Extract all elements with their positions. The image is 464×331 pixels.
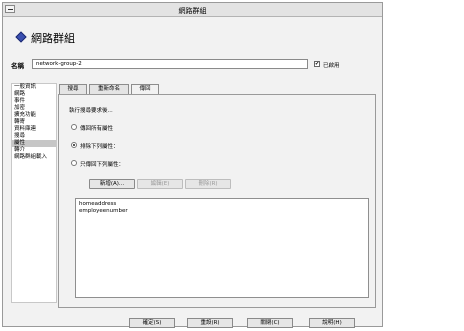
network-group-window: 網路群組 網路群組 名稱 network-group-2 ✔ 已啟用 一般資訊 … — [2, 2, 383, 328]
ok-button[interactable]: 確定(S) — [129, 318, 175, 328]
tab-rename[interactable]: 重新命名 — [89, 84, 129, 94]
return-all-radio[interactable] — [71, 124, 77, 130]
sidebar-item-attributes[interactable]: 屬性 — [12, 140, 56, 147]
window-title: 網路群組 — [178, 7, 207, 15]
tab-search[interactable]: 搜尋 — [59, 84, 87, 94]
delete-button[interactable]: 刪除(R) — [185, 179, 231, 189]
enabled-checkbox[interactable]: ✔ — [314, 61, 320, 67]
page-title: 網路群組 — [31, 32, 75, 45]
exclude-label: 排除下列屬性： — [80, 144, 119, 150]
name-field[interactable]: network-group-2 — [32, 59, 308, 69]
return-only-radio[interactable] — [71, 160, 77, 166]
sidebar-item-forwarding[interactable]: 轉寄 — [12, 119, 56, 126]
title-bar: 網路群組 — [3, 3, 382, 17]
sidebar-item-network-group-load[interactable]: 網路群組載入 — [12, 154, 56, 161]
close-button[interactable]: 關閉(C) — [247, 318, 293, 328]
add-button[interactable]: 新增(A)... — [89, 179, 135, 189]
reset-button[interactable]: 重設(R) — [187, 318, 233, 328]
panel-prompt: 執行搜尋要求後... — [69, 108, 113, 114]
return-all-label: 傳回所有屬性 — [80, 126, 114, 132]
sidebar-item-general[interactable]: 一般資訊 — [12, 84, 56, 91]
list-item[interactable]: homeaddress — [79, 201, 365, 208]
sidebar-item-search[interactable]: 搜尋 — [12, 133, 56, 140]
diamond-icon — [15, 31, 27, 43]
sidebar: 一般資訊 網路 事件 加密 擴充功能 轉寄 資料庫連 搜尋 屬性 轉介 網路群組… — [11, 83, 57, 303]
sidebar-item-encryption[interactable]: 加密 — [12, 105, 56, 112]
sidebar-item-referrals[interactable]: 轉介 — [12, 147, 56, 154]
edit-button[interactable]: 編輯(E) — [137, 179, 183, 189]
sidebar-item-database-links[interactable]: 資料庫連 — [12, 126, 56, 133]
enabled-label: 已啟用 — [323, 63, 340, 69]
list-item[interactable]: employeenumber — [79, 208, 365, 215]
sidebar-item-extensions[interactable]: 擴充功能 — [12, 112, 56, 119]
exclude-radio[interactable] — [71, 142, 77, 148]
sidebar-item-network[interactable]: 網路 — [12, 91, 56, 98]
attribute-list[interactable]: homeaddress employeenumber — [75, 198, 369, 298]
help-button[interactable]: 說明(H) — [309, 318, 355, 328]
name-label: 名稱 — [11, 62, 24, 70]
return-only-label: 只傳回下列屬性： — [80, 162, 125, 168]
sidebar-item-events[interactable]: 事件 — [12, 98, 56, 105]
